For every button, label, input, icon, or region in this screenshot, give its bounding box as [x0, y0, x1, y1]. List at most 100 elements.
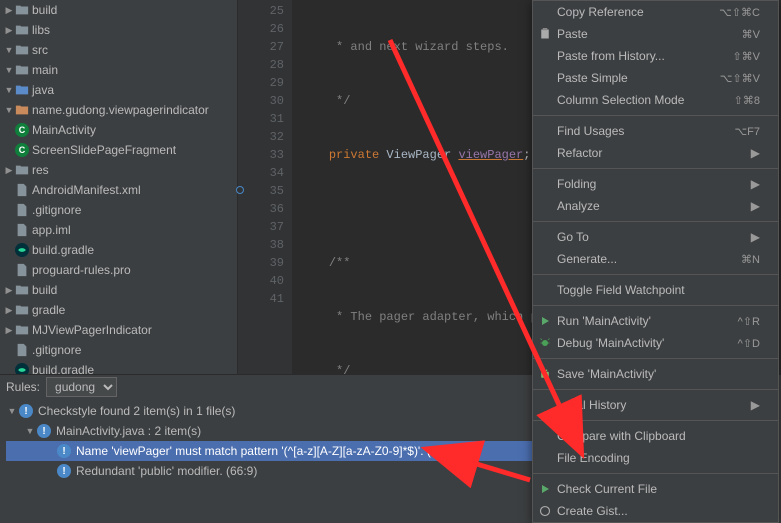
context-menu[interactable]: Copy Reference⌥⇧⌘C Paste⌘V Paste from Hi… [532, 0, 779, 523]
class-icon: C [14, 142, 30, 158]
ctx-copy-reference[interactable]: Copy Reference⌥⇧⌘C [533, 1, 778, 23]
folder-icon [14, 162, 30, 178]
cs-text: Name 'viewPager' must match pattern '(^[… [76, 444, 465, 458]
tree-mjvp[interactable]: ▶MJViewPagerIndicator [0, 320, 237, 340]
code-text: * The pager adapter, which prov [329, 310, 559, 324]
code-text: viewPager [458, 148, 523, 162]
gradle-icon [14, 362, 30, 374]
clipboard-icon [537, 28, 553, 40]
code-text: /** [329, 256, 351, 270]
package-icon [14, 102, 30, 118]
tree-label: ScreenSlidePageFragment [32, 143, 176, 157]
gradle-icon [14, 242, 30, 258]
tree-fragment[interactable]: CScreenSlidePageFragment [0, 140, 237, 160]
folder-icon [14, 42, 30, 58]
ctx-save[interactable]: Save 'MainActivity' [533, 363, 778, 385]
tree-label: name.gudong.viewpagerindicator [32, 103, 209, 117]
ctx-find-usages[interactable]: Find Usages⌥F7 [533, 120, 778, 142]
code-text: private [329, 148, 387, 162]
tree-label: proguard-rules.pro [32, 263, 131, 277]
ctx-separator [533, 221, 778, 222]
ctx-paste[interactable]: Paste⌘V [533, 23, 778, 45]
ctx-compare-clipboard[interactable]: Compare with Clipboard [533, 425, 778, 447]
tree-gitignore[interactable]: .gitignore [0, 200, 237, 220]
project-tree[interactable]: ▶build ▶libs ▼src ▼main ▼java ▼name.gudo… [0, 0, 238, 374]
tree-label: src [32, 43, 48, 57]
tree-label: build [32, 283, 57, 297]
tree-main[interactable]: ▼main [0, 60, 237, 80]
tree-package[interactable]: ▼name.gudong.viewpagerindicator [0, 100, 237, 120]
tree-label: build.gradle [32, 363, 94, 374]
cs-text: Redundant 'public' modifier. (66:9) [76, 464, 257, 478]
rules-label: Rules: [6, 380, 40, 394]
ctx-separator [533, 358, 778, 359]
tree-gitignore2[interactable]: .gitignore [0, 340, 237, 360]
tree-label: AndroidManifest.xml [32, 183, 141, 197]
debug-icon [537, 337, 553, 349]
tree-java[interactable]: ▼java [0, 80, 237, 100]
tree-label: build [32, 3, 57, 17]
ctx-toggle-watchpoint[interactable]: Toggle Field Watchpoint [533, 279, 778, 301]
folder-icon [14, 302, 30, 318]
code-text: */ [329, 364, 351, 374]
tree-buildgradle[interactable]: build.gradle [0, 240, 237, 260]
tree-build2[interactable]: ▶build [0, 280, 237, 300]
ctx-column-selection[interactable]: Column Selection Mode⇧⌘8 [533, 89, 778, 111]
folder-icon [14, 82, 30, 98]
override-gutter-icon[interactable] [236, 186, 244, 194]
ctx-paste-history[interactable]: Paste from History...⇧⌘V [533, 45, 778, 67]
ctx-folding[interactable]: Folding▶ [533, 173, 778, 195]
cs-text: MainActivity.java : 2 item(s) [56, 424, 201, 438]
tree-label: MJViewPagerIndicator [32, 323, 152, 337]
tree-label: .gitignore [32, 343, 81, 357]
xml-file-icon [14, 182, 30, 198]
tree-main-activity[interactable]: CMainActivity [0, 120, 237, 140]
tree-gradle2[interactable]: ▶gradle [0, 300, 237, 320]
ctx-separator [533, 274, 778, 275]
tree-label: build.gradle [32, 243, 94, 257]
tree-proguard[interactable]: proguard-rules.pro [0, 260, 237, 280]
ctx-refactor[interactable]: Refactor▶ [533, 142, 778, 164]
github-icon [537, 505, 553, 517]
run-icon [537, 485, 553, 493]
folder-icon [14, 62, 30, 78]
tree-res[interactable]: ▶res [0, 160, 237, 180]
cs-text: Checkstyle found 2 item(s) in 1 file(s) [38, 404, 235, 418]
info-icon: ! [56, 443, 72, 459]
ctx-separator [533, 420, 778, 421]
tree-label: res [32, 163, 49, 177]
rules-select[interactable]: gudong [46, 377, 117, 397]
tree-label: gradle [32, 303, 65, 317]
code-text: ViewPager [386, 148, 458, 162]
ctx-goto[interactable]: Go To▶ [533, 226, 778, 248]
ctx-separator [533, 115, 778, 116]
folder-icon [14, 282, 30, 298]
ctx-separator [533, 389, 778, 390]
ctx-file-encoding[interactable]: File Encoding [533, 447, 778, 469]
tree-buildgradle2[interactable]: build.gradle [0, 360, 237, 374]
code-text: * and next wizard steps. [336, 40, 509, 54]
tree-appiml[interactable]: app.iml [0, 220, 237, 240]
ctx-analyze[interactable]: Analyze▶ [533, 195, 778, 217]
folder-icon [14, 22, 30, 38]
info-icon: ! [18, 403, 34, 419]
ctx-separator [533, 473, 778, 474]
tree-build[interactable]: ▶build [0, 0, 237, 20]
ctx-paste-simple[interactable]: Paste Simple⌥⇧⌘V [533, 67, 778, 89]
tree-libs[interactable]: ▶libs [0, 20, 237, 40]
ctx-local-history[interactable]: Local History▶ [533, 394, 778, 416]
ctx-run[interactable]: Run 'MainActivity'^⇧R [533, 310, 778, 332]
tree-src[interactable]: ▼src [0, 40, 237, 60]
ctx-debug[interactable]: Debug 'MainActivity'^⇧D [533, 332, 778, 354]
code-text: ; [523, 148, 530, 162]
ctx-separator [533, 305, 778, 306]
line-gutter: 25262728 29303132 3334 35 363738 394041 [238, 0, 292, 374]
ctx-generate[interactable]: Generate...⌘N [533, 248, 778, 270]
tree-label: MainActivity [32, 123, 96, 137]
ctx-check-current-file[interactable]: Check Current File [533, 478, 778, 500]
class-icon: C [14, 122, 30, 138]
ctx-create-gist[interactable]: Create Gist... [533, 500, 778, 522]
tree-manifest[interactable]: AndroidManifest.xml [0, 180, 237, 200]
info-icon: ! [56, 463, 72, 479]
file-icon [14, 222, 30, 238]
